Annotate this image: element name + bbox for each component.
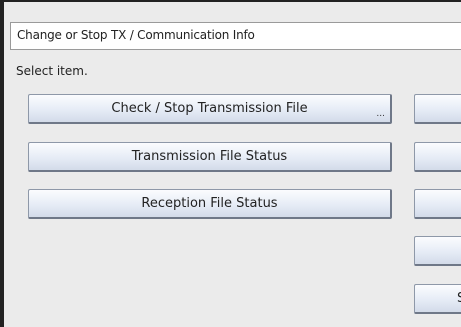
button-label: St xyxy=(457,291,461,306)
title-bar: Change or Stop TX / Communication Info xyxy=(10,22,461,50)
right-button-2[interactable] xyxy=(414,142,461,172)
button-label: Check / Stop Transmission File xyxy=(111,101,308,116)
more-options-icon: ... xyxy=(376,109,385,119)
right-button-4[interactable] xyxy=(414,236,461,266)
reception-file-status-button[interactable]: Reception File Status xyxy=(28,189,392,219)
instruction-text: Select item. xyxy=(16,64,88,78)
page-title: Change or Stop TX / Communication Info xyxy=(17,28,255,42)
button-label: Transmission File Status xyxy=(131,149,288,164)
right-button-1[interactable] xyxy=(414,94,461,124)
right-button-5[interactable]: St xyxy=(414,284,461,314)
screen: Change or Stop TX / Communication Info S… xyxy=(0,0,461,327)
button-label: Reception File Status xyxy=(141,196,278,211)
transmission-file-status-button[interactable]: Transmission File Status xyxy=(28,142,392,172)
right-button-3[interactable] xyxy=(414,189,461,219)
check-stop-transmission-file-button[interactable]: Check / Stop Transmission File ... xyxy=(28,94,392,124)
